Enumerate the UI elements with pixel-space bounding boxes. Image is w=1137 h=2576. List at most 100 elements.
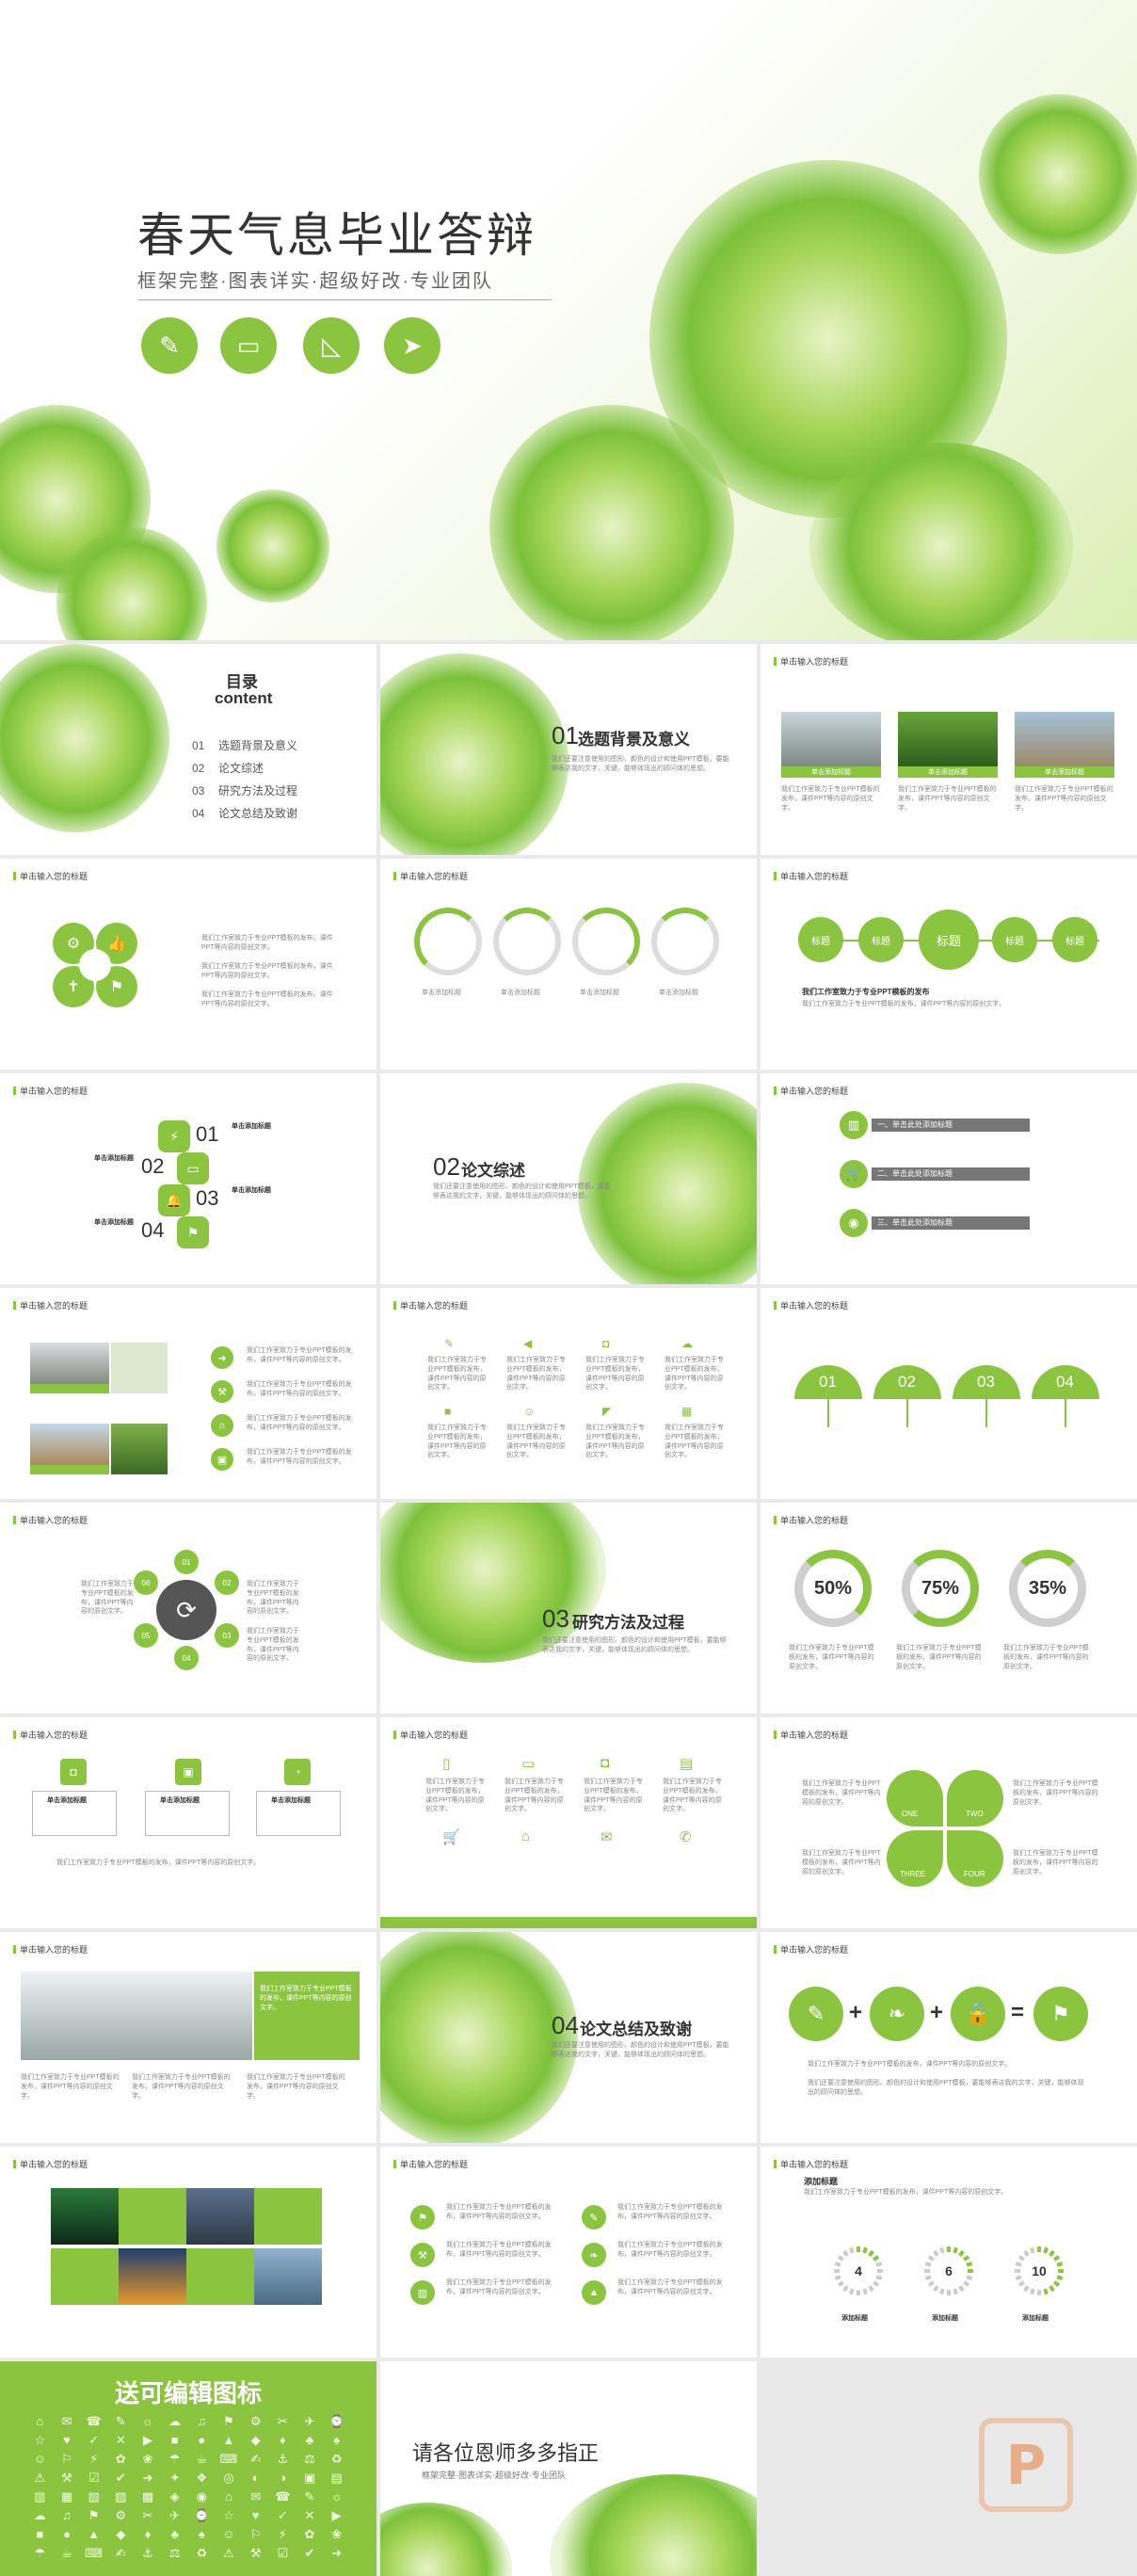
sample-icon: ⚖ [168, 2546, 181, 2560]
sample-icon: ⌚ [328, 2414, 344, 2428]
list-text: 我们工作室致力于专业PPT模板的发布，课件PPT等内容的原创文字。 [247, 1449, 352, 1465]
sample-icon: ☎ [275, 2489, 291, 2504]
sample-icon: ● [198, 2433, 206, 2447]
section-body: 我们还要注意使用的图形、颜色的设计和使用PPT模板，要能够表达我的文字，关键，能… [552, 2042, 729, 2058]
umbrella-handle [1065, 1399, 1066, 1427]
tool-icon: ⚒ [410, 2243, 435, 2267]
sample-icon: ✈ [169, 2508, 181, 2522]
step-label: 添加标题 [841, 2315, 868, 2322]
video-icon: ■ [444, 1405, 452, 1418]
equation-text: 我们还要注意使用的图形、颜色的设计和使用PPT模板，要能够表达我的文字，关键，能… [808, 2080, 1084, 2096]
grid-text: 我们工作室致力于专业PPT模板的发布，课件PPT等内容的原创文字。 [427, 1425, 487, 1459]
step-label: 添加标题 [932, 2315, 958, 2322]
clover-text: 我们工作室致力于专业PPT模板的发布，课件PPT等内容的原创文字。 [802, 1850, 881, 1876]
cursor-icon[interactable]: ➤ [384, 317, 440, 374]
cart-icon: 🛒 [840, 1160, 868, 1188]
clover-text: 我们工作室致力于专业PPT模板的发布，课件PPT等内容的原创文字。 [1013, 1780, 1098, 1806]
laptop-icon: ▭ [521, 1756, 536, 1772]
progress-ring [493, 908, 561, 975]
photo [51, 2188, 119, 2245]
cycle-slide: 单击输入您的标题 ⟳ 01 02 03 04 05 06 我们工作室致力于专业P… [0, 1503, 376, 1714]
ruler-icon[interactable]: ◺ [303, 317, 360, 374]
user-icon: ☺ [523, 1405, 536, 1418]
step-ring-segment [1043, 2288, 1049, 2295]
sample-icon: ✔ [304, 2546, 315, 2560]
percent-text: 我们工作室致力于专业PPT模板的发布，课件PPT等内容的原创文字。 [1003, 1645, 1089, 1670]
pencil-icon: ✎ [444, 1337, 455, 1350]
phone-call-icon: ✆ [680, 1829, 692, 1845]
icon-sheet: ⌂ ✉ ☎ ✎ ☼ ☁ ♫ ⚑ ⚙ ✂ ✈ ⌚ ☆ ♥ ✓ ✕ ▶ ■ ● ▲ ◆ ♦ ♣ ♠ ☺ ⚐ ⚡ ✿ ❀ ☂ ☕ ⌨ ✍ ⚓ ⚖ ♻ ⚠ ⚒ ☑ ✔… [26, 2414, 350, 2568]
photo-caption-bar [30, 1384, 109, 1393]
icons-slide-title: 送可编辑图标 [114, 2379, 262, 2407]
sample-icon: ▲ [222, 2433, 235, 2447]
circle-label: 单击添加标题 [422, 990, 461, 996]
sample-icon: ⚡ [278, 2527, 287, 2541]
clover-text: 我们工作室致力于专业PPT模板的发布，课件PPT等内容的原创文字。 [802, 1780, 881, 1806]
sample-icon: ⚖ [304, 2452, 315, 2466]
slide-header: 单击输入您的标题 [13, 1085, 88, 1097]
banner-label: 一、单击此处添加标题 [877, 1120, 953, 1129]
tags-slide: 单击输入您的标题 标题 标题 标题 标题 标题 我们工作室致力于专业PPT模板的… [761, 859, 1137, 1070]
section-num: 04 [552, 2011, 579, 2039]
slide-header: 单击输入您的标题 [13, 1299, 88, 1312]
equals-icon: = [1011, 2000, 1025, 2025]
cover-divider [137, 299, 552, 300]
banners-slide: 单击输入您的标题 ▥ 一、单击此处添加标题 🛒 二、单击此处添加标题 ◉ 三、单… [761, 1073, 1137, 1284]
plus-icon: + [930, 2000, 944, 2025]
sample-icon: ⌨ [85, 2546, 104, 2560]
slide-header: 单击输入您的标题 [774, 1514, 848, 1526]
book-icon[interactable]: ▭ [220, 317, 277, 374]
section-num: 02 [433, 1152, 460, 1181]
device-text: 我们工作室致力于专业PPT模板的发布，课件PPT等内容的原创文字。 [584, 1779, 643, 1813]
slide-header: 单击输入您的标题 [393, 1299, 468, 1312]
slide-header: 单击输入您的标题 [393, 1729, 468, 1741]
umbrella-number: 03 [977, 1373, 995, 1391]
step-ring-segment [1030, 2246, 1035, 2254]
progress-ring [414, 908, 482, 975]
cloud-icon: ☁ [681, 1337, 693, 1350]
home-icon: ⌂ [521, 1828, 531, 1844]
toc-label[interactable]: 论文总结及致谢 [218, 806, 297, 821]
umbrella-number: 01 [819, 1373, 837, 1391]
sample-icon: ◉ [196, 2489, 207, 2504]
sample-icon: ⚒ [249, 2546, 262, 2560]
section-num: 01 [552, 721, 579, 749]
slide-header: 单击输入您的标题 [13, 870, 88, 882]
cycle-text: 我们工作室致力于专业PPT模板的发布，课件PPT等内容的原创文字。 [247, 1628, 299, 1663]
printer-icon: ▤ [680, 1756, 694, 1772]
camera-icon: ◘ [60, 1759, 87, 1785]
sample-icon: ⚐ [61, 2452, 72, 2466]
section-body: 我们还要注意使用的图形、颜色的设计和使用PPT模板，要能够表达我的文字，关键，能… [433, 1183, 611, 1199]
sample-icon: ☼ [142, 2414, 153, 2428]
toc-label[interactable]: 论文综述 [218, 761, 264, 776]
step-value: 6 [945, 2263, 953, 2278]
cycle-node: 03 [215, 1623, 239, 1648]
sample-icon: ✈ [304, 2414, 315, 2428]
grid-text: 我们工作室致力于专业PPT模板的发布，课件PPT等内容的原创文字。 [665, 1357, 724, 1392]
toc-label[interactable]: 选题背景及意义 [218, 738, 297, 753]
photo [898, 712, 998, 766]
box-title: 单击添加标题 [271, 1797, 311, 1804]
clover-petal [947, 1830, 1003, 1887]
sample-icon: ☕ [196, 2452, 208, 2466]
umbrella-handle [906, 1399, 908, 1427]
grid-text: 我们工作室致力于专业PPT模板的发布，课件PPT等内容的原创文字。 [506, 1425, 566, 1459]
photo [254, 2248, 322, 2305]
pie-icon: ◔ [284, 1759, 311, 1785]
grid-text: 我们工作室致力于专业PPT模板的发布，课件PPT等内容的原创文字。 [427, 1357, 487, 1392]
step-ring-segment [1049, 2249, 1055, 2257]
sample-icon: ☆ [34, 2433, 46, 2447]
device-text: 我们工作室致力于专业PPT模板的发布，课件PPT等内容的原创文字。 [504, 1779, 564, 1813]
boxes-slide: 单击输入您的标题 ◘ ▣ ◔ 单击添加标题 单击添加标题 单击添加标题 我们工作… [0, 1717, 376, 1928]
pencil-icon[interactable]: ✎ [141, 317, 198, 374]
phone-icon: ▯ [442, 1756, 451, 1772]
sample-icon: ✎ [304, 2489, 315, 2504]
toc-label[interactable]: 研究方法及过程 [218, 783, 297, 798]
clover-center [79, 949, 111, 981]
tag-circle: 标题 [1052, 917, 1097, 962]
step-ring-segment [873, 2255, 880, 2262]
pencil-icon: ✎ [789, 1987, 843, 2041]
pencil-icon: ✎ [582, 2205, 606, 2230]
sample-icon: ☂ [168, 2452, 181, 2466]
chart-icon: ▥ [840, 1111, 868, 1139]
